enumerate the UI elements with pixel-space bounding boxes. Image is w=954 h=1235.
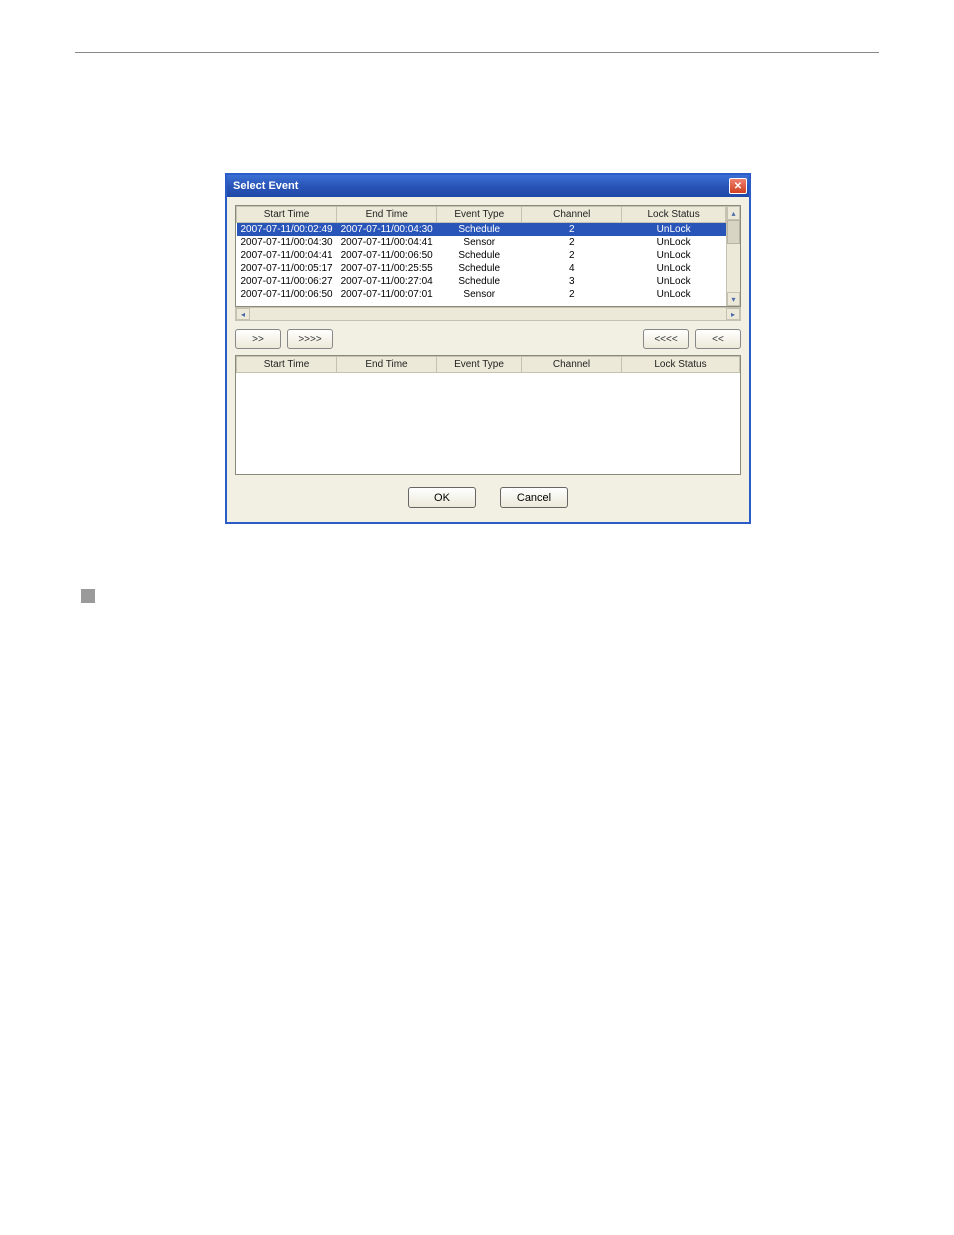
cell-event-type: Sensor — [437, 288, 522, 301]
cell-channel: 2 — [522, 223, 622, 237]
table-header-row: Start Time End Time Event Type Channel L… — [237, 207, 726, 223]
remove-one-button[interactable]: << — [695, 329, 741, 349]
hscroll-track[interactable] — [250, 308, 726, 320]
cell-event-type: Sensor — [437, 236, 522, 249]
event-table: Start Time End Time Event Type Channel L… — [236, 206, 726, 301]
table-row[interactable] — [237, 438, 740, 451]
cell-end-time: 2007-07-11/00:27:04 — [337, 275, 437, 288]
cell-start-time: 2007-07-11/00:05:17 — [237, 262, 337, 275]
cell-event-type: Schedule — [437, 275, 522, 288]
col-end-time[interactable]: End Time — [337, 357, 437, 373]
lower-grid[interactable]: Start Time End Time Event Type Channel L… — [235, 355, 741, 475]
move-group-right: <<<< << — [643, 329, 741, 349]
add-all-button[interactable]: >>>> — [287, 329, 333, 349]
cell-lock-status: UnLock — [622, 288, 726, 301]
col-lock-status[interactable]: Lock Status — [622, 207, 726, 223]
cell-end-time: 2007-07-11/00:04:41 — [337, 236, 437, 249]
cell-channel: 2 — [522, 249, 622, 262]
add-one-button[interactable]: >> — [235, 329, 281, 349]
table-row[interactable] — [237, 425, 740, 438]
page-marker-icon — [81, 589, 95, 603]
cell-end-time: 2007-07-11/00:25:55 — [337, 262, 437, 275]
cell-event-type: Schedule — [437, 223, 522, 237]
cell-lock-status: UnLock — [622, 249, 726, 262]
cancel-button[interactable]: Cancel — [500, 487, 568, 508]
col-lock-status[interactable]: Lock Status — [622, 357, 740, 373]
cell-start-time: 2007-07-11/00:04:41 — [237, 249, 337, 262]
table-row[interactable] — [237, 451, 740, 464]
move-spacer — [333, 329, 643, 349]
cell-start-time: 2007-07-11/00:04:30 — [237, 236, 337, 249]
table-row[interactable]: 2007-07-11/00:04:412007-07-11/00:06:50Sc… — [237, 249, 726, 262]
select-event-dialog: Select Event ✕ Start Time End Time Event… — [225, 173, 751, 524]
selected-event-table: Start Time End Time Event Type Channel L… — [236, 356, 740, 464]
top-divider — [75, 52, 879, 53]
scroll-right-arrow-icon[interactable]: ▸ — [726, 308, 740, 320]
upper-horizontal-scrollbar[interactable]: ◂ ▸ — [235, 307, 741, 321]
scroll-up-arrow-icon[interactable]: ▴ — [727, 206, 740, 220]
table-row[interactable] — [237, 399, 740, 412]
upper-grid-wrapper: Start Time End Time Event Type Channel L… — [235, 205, 741, 321]
remove-all-button[interactable]: <<<< — [643, 329, 689, 349]
table-row[interactable]: 2007-07-11/00:02:492007-07-11/00:04:30Sc… — [237, 223, 726, 237]
close-button[interactable]: ✕ — [729, 178, 747, 194]
cell-end-time: 2007-07-11/00:07:01 — [337, 288, 437, 301]
cell-end-time: 2007-07-11/00:04:30 — [337, 223, 437, 237]
cell-lock-status: UnLock — [622, 223, 726, 237]
dialog-title: Select Event — [233, 180, 298, 192]
dialog-titlebar: Select Event ✕ — [227, 175, 749, 197]
cell-lock-status: UnLock — [622, 236, 726, 249]
col-channel[interactable]: Channel — [522, 207, 622, 223]
table-row[interactable]: 2007-07-11/00:06:272007-07-11/00:27:04Sc… — [237, 275, 726, 288]
upper-grid[interactable]: Start Time End Time Event Type Channel L… — [235, 205, 741, 307]
col-event-type[interactable]: Event Type — [437, 357, 522, 373]
cell-channel: 2 — [522, 288, 622, 301]
move-group-left: >> >>>> — [235, 329, 333, 349]
cell-channel: 2 — [522, 236, 622, 249]
cell-start-time: 2007-07-11/00:02:49 — [237, 223, 337, 237]
dialog-body: Start Time End Time Event Type Channel L… — [227, 197, 749, 522]
cell-end-time: 2007-07-11/00:06:50 — [337, 249, 437, 262]
table-row[interactable]: 2007-07-11/00:04:302007-07-11/00:04:41Se… — [237, 236, 726, 249]
cell-event-type: Schedule — [437, 249, 522, 262]
close-icon: ✕ — [734, 181, 742, 192]
col-event-type[interactable]: Event Type — [437, 207, 522, 223]
col-start-time[interactable]: Start Time — [237, 207, 337, 223]
ok-button[interactable]: OK — [408, 487, 476, 508]
upper-vertical-scrollbar[interactable]: ▴ ▾ — [726, 206, 740, 306]
col-end-time[interactable]: End Time — [337, 207, 437, 223]
cell-channel: 4 — [522, 262, 622, 275]
table-row[interactable] — [237, 386, 740, 399]
cell-channel: 3 — [522, 275, 622, 288]
table-header-row: Start Time End Time Event Type Channel L… — [237, 357, 740, 373]
col-start-time[interactable]: Start Time — [237, 357, 337, 373]
table-row[interactable]: 2007-07-11/00:05:172007-07-11/00:25:55Sc… — [237, 262, 726, 275]
cell-start-time: 2007-07-11/00:06:27 — [237, 275, 337, 288]
scroll-track[interactable] — [727, 220, 740, 292]
table-row[interactable]: 2007-07-11/00:06:502007-07-11/00:07:01Se… — [237, 288, 726, 301]
table-row[interactable] — [237, 412, 740, 425]
cell-start-time: 2007-07-11/00:06:50 — [237, 288, 337, 301]
scroll-thumb[interactable] — [727, 220, 740, 244]
footer-buttons: OK Cancel — [235, 475, 741, 514]
table-row[interactable] — [237, 373, 740, 386]
col-channel[interactable]: Channel — [522, 357, 622, 373]
cell-event-type: Schedule — [437, 262, 522, 275]
cell-lock-status: UnLock — [622, 275, 726, 288]
scroll-down-arrow-icon[interactable]: ▾ — [727, 292, 740, 306]
move-buttons-row: >> >>>> <<<< << — [235, 321, 741, 355]
cell-lock-status: UnLock — [622, 262, 726, 275]
scroll-left-arrow-icon[interactable]: ◂ — [236, 308, 250, 320]
